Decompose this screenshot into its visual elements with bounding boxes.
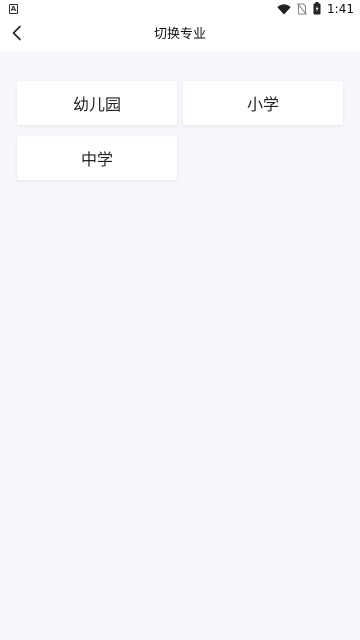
status-time: 1:41 <box>327 2 354 16</box>
status-bar: A 1:41 <box>0 0 360 18</box>
back-button[interactable] <box>6 24 28 46</box>
page-title: 切换专业 <box>153 27 206 42</box>
option-middle-school[interactable]: 中学 <box>17 136 177 180</box>
screen: A 1:41 切换专业 幼儿园 小学 中学 <box>0 0 360 640</box>
no-sim-icon <box>297 0 307 19</box>
chevron-left-icon <box>11 25 23 45</box>
wifi-icon <box>277 0 291 19</box>
status-icons: 1:41 <box>271 1 354 17</box>
option-primary-school[interactable]: 小学 <box>183 81 343 125</box>
header: 切换专业 <box>0 18 360 51</box>
option-kindergarten[interactable]: 幼儿园 <box>17 81 177 125</box>
battery-icon <box>313 0 321 19</box>
notification-a-icon: A <box>9 4 18 14</box>
major-option-grid: 幼儿园 小学 中学 <box>17 81 343 180</box>
